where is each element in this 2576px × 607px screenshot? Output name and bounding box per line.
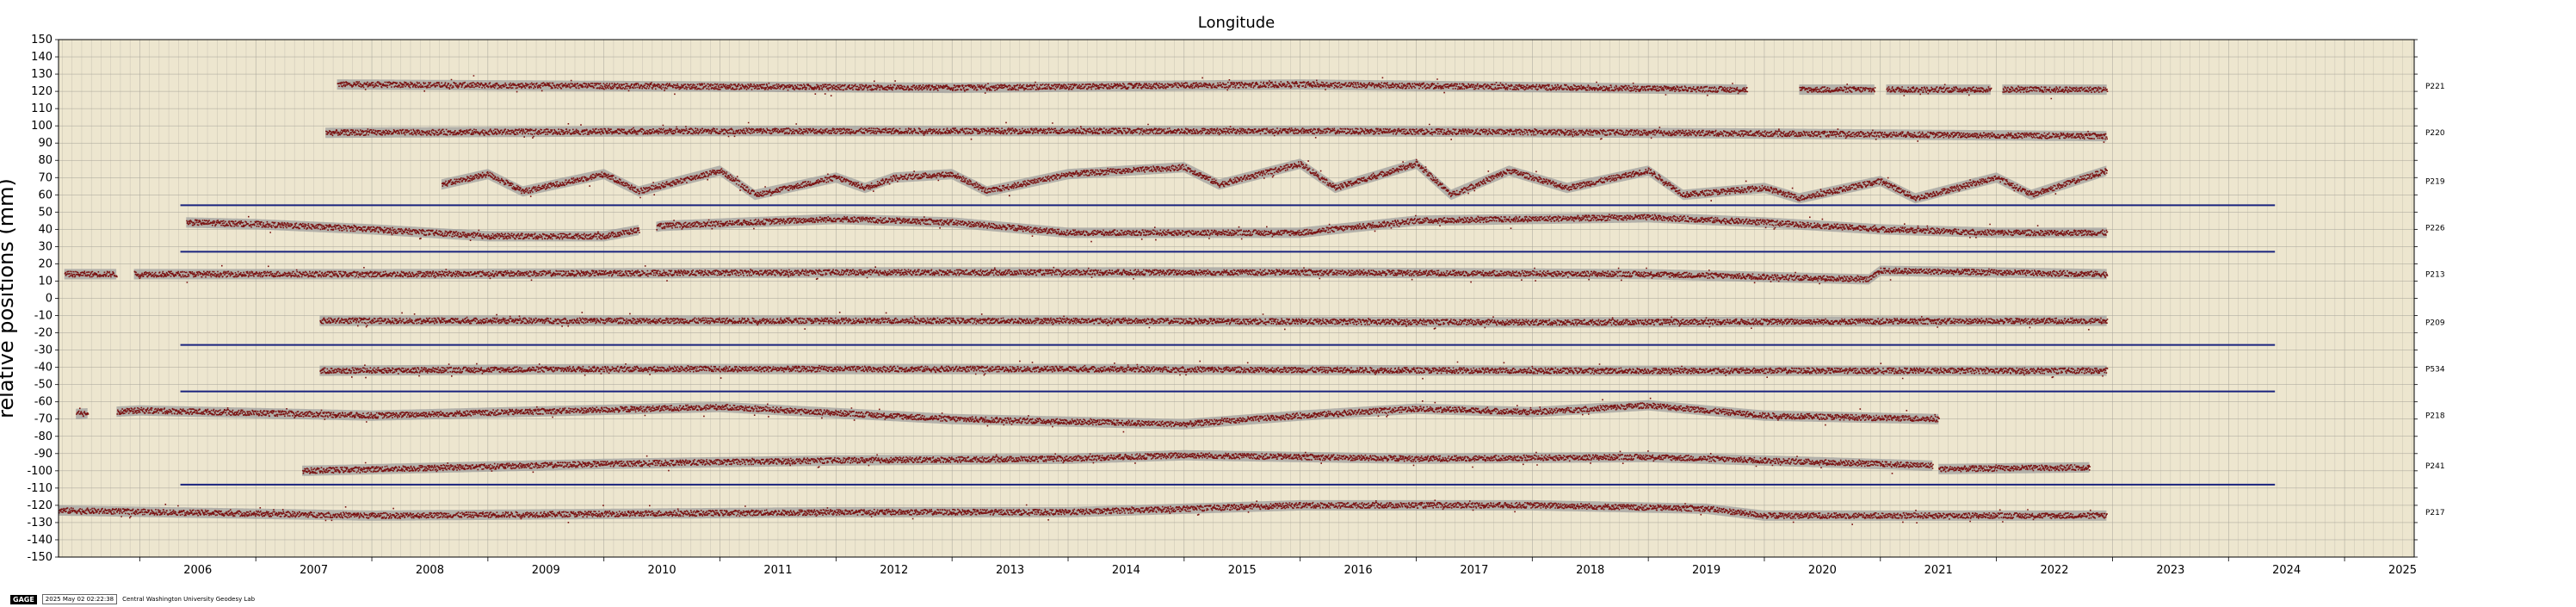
y-tick-label: -100 — [27, 465, 53, 478]
chart: P221 P220 P219 P226 P213 P209 P534 P218 P241 P217… — [0, 14, 2445, 577]
y-tick-label: 0 — [46, 293, 53, 306]
y-axis-label: relative positions (mm) — [0, 178, 18, 418]
timestamp: 2025 May 02 02:22:38 — [41, 594, 118, 604]
y-tick-label: 40 — [38, 223, 53, 236]
lab-credit: Central Washington University Geodesy La… — [122, 596, 256, 603]
x-tick-label: 2017 — [1460, 564, 1488, 577]
station-label-p226: P226 — [2425, 224, 2445, 232]
x-tick-label: 2024 — [2272, 564, 2301, 577]
x-tick-label: 2015 — [1228, 564, 1257, 577]
y-tick-label: -110 — [27, 482, 53, 495]
y-tick-label: 90 — [38, 137, 53, 150]
station-label-p217: P217 — [2425, 509, 2445, 517]
x-tick-label: 2010 — [648, 564, 676, 577]
station-label-p241: P241 — [2425, 462, 2445, 471]
y-tick-label: 70 — [38, 171, 53, 184]
x-tick-label: 2011 — [763, 564, 792, 577]
y-tick-label: -90 — [34, 448, 53, 461]
station-label-p534: P534 — [2425, 366, 2445, 375]
y-tick-label: 110 — [31, 102, 53, 115]
station-label-p213: P213 — [2425, 270, 2445, 279]
x-tick-label: 2012 — [880, 564, 908, 577]
y-tick-label: 120 — [31, 85, 53, 98]
y-tick-label: -30 — [34, 344, 53, 357]
chart-title: Longitude — [1198, 14, 1276, 32]
x-tick-label: 2007 — [300, 564, 328, 577]
x-tick-label: 2023 — [2156, 564, 2184, 577]
y-tick-label: 100 — [31, 120, 53, 133]
y-tick-label: 150 — [31, 34, 53, 46]
y-tick-label: 10 — [38, 275, 53, 288]
y-tick-label: -20 — [34, 327, 53, 340]
y-tick-label: 140 — [31, 51, 53, 64]
footer: GAGE 2025 May 02 02:22:38 Central Washin… — [10, 594, 255, 604]
y-tick-label: 50 — [38, 206, 53, 219]
x-tick-label: 2008 — [416, 564, 444, 577]
x-tick-label: 2009 — [532, 564, 560, 577]
station-label-p220: P220 — [2425, 129, 2445, 138]
y-tick-label: -130 — [27, 517, 53, 530]
x-tick-label: 2013 — [996, 564, 1024, 577]
y-tick-label: 20 — [38, 257, 53, 270]
x-tick-label: 2025 — [2388, 564, 2417, 577]
x-tick-label: 2020 — [1808, 564, 1837, 577]
x-tick-label: 2016 — [1344, 564, 1373, 577]
y-tick-label: -50 — [34, 379, 53, 392]
station-label-p209: P209 — [2425, 319, 2445, 328]
y-tick-label: -70 — [34, 413, 53, 426]
y-tick-label: -120 — [27, 499, 53, 512]
x-tick-label: 2006 — [183, 564, 212, 577]
y-tick-label: 80 — [38, 154, 53, 167]
x-tick-label: 2018 — [1576, 564, 1604, 577]
station-label-p221: P221 — [2425, 83, 2445, 91]
x-tick-label: 2021 — [1924, 564, 1953, 577]
y-tick-label: 60 — [38, 189, 53, 201]
x-tick-label: 2014 — [1112, 564, 1140, 577]
station-label-p219: P219 — [2425, 177, 2445, 186]
y-tick-label: -140 — [27, 534, 53, 547]
y-tick-label: -60 — [34, 396, 53, 409]
y-tick-label: -80 — [34, 430, 53, 443]
x-tick-label: 2022 — [2040, 564, 2068, 577]
x-tick-label: 2019 — [1692, 564, 1720, 577]
provider-badge: GAGE — [10, 594, 37, 604]
y-tick-label: -10 — [34, 310, 53, 323]
y-tick-label: 30 — [38, 240, 53, 253]
y-tick-label: 130 — [31, 68, 53, 81]
station-label-p218: P218 — [2425, 412, 2445, 421]
y-tick-label: -40 — [34, 362, 53, 375]
y-tick-label: -150 — [27, 551, 53, 564]
